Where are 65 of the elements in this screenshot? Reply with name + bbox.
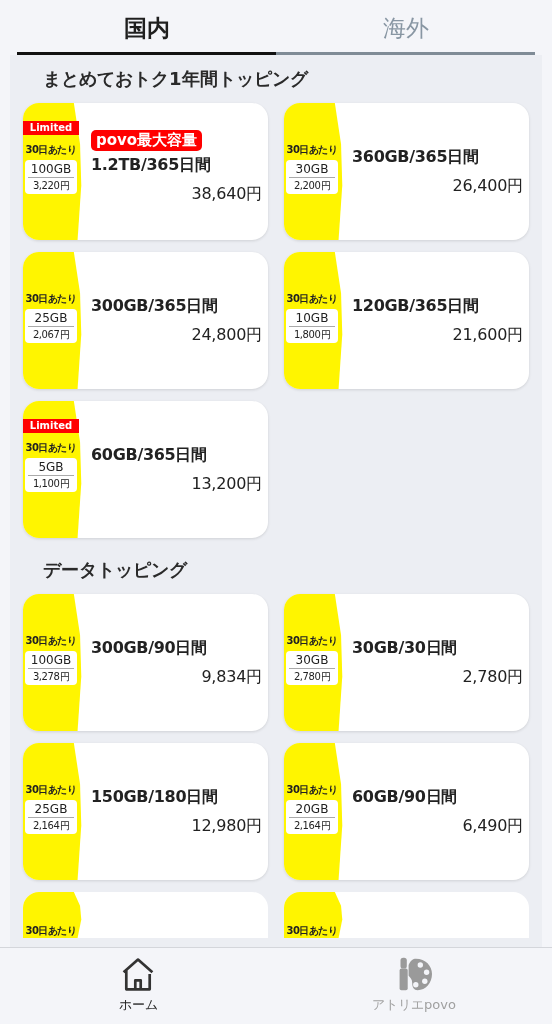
- plan-price: 38,640円: [190, 184, 262, 205]
- section-title: まとめておトク1年間トッピング: [42, 67, 310, 91]
- monthly-price: 3,220円: [31, 179, 71, 193]
- per-period-label: 30日あたり: [286, 634, 338, 648]
- monthly-price: 1,100円: [31, 477, 71, 491]
- plan-price: 13,200円: [190, 473, 262, 495]
- per-period-label: 30日あたり: [25, 634, 77, 648]
- max-capacity-badge: povo最大容量: [91, 130, 203, 151]
- per-period-label: 30日あたり: [286, 783, 338, 797]
- plan-card[interactable]: 30日あたり: [284, 892, 529, 938]
- plan-price: 6,490円: [461, 815, 523, 837]
- per-period-label: 30日あたり: [286, 292, 338, 306]
- monthly-price: 2,164円: [292, 819, 332, 833]
- per-period-label: 30日あたり: [25, 143, 77, 157]
- plan-card[interactable]: 30日あたり 30GB 2,200円 360GB/365日間 26,400円: [284, 103, 529, 240]
- monthly-price: 2,067円: [31, 328, 71, 342]
- monthly-data: 100GB: [28, 161, 74, 178]
- monthly-price: 1,800円: [292, 328, 332, 342]
- plan-card[interactable]: 30日あたり 25GB 2,164円 150GB/180日間 12,980円: [23, 743, 268, 880]
- plan-title: 360GB/365日間: [352, 146, 480, 168]
- limited-label: Limited: [23, 419, 79, 433]
- plan-card[interactable]: 30日あたり: [23, 892, 268, 938]
- plan-title: 60GB/365日間: [91, 444, 208, 466]
- plan-title: 300GB/365日間: [91, 295, 219, 317]
- monthly-data: 10GB: [289, 310, 335, 327]
- nav-item[interactable]: ホーム: [0, 948, 276, 1024]
- plan-card[interactable]: Limited 30日あたり 5GB 1,100円 60GB/365日間 13,200円: [23, 401, 268, 538]
- plan-price: 9,834円: [200, 666, 262, 688]
- monthly-price: 2,780円: [292, 670, 332, 684]
- monthly-price: 2,164円: [31, 819, 71, 833]
- per-period-label: 30日あたり: [286, 143, 338, 157]
- per-period-label: 30日あたり: [25, 783, 77, 797]
- monthly-data: 30GB: [289, 161, 335, 178]
- plan-price: 2,780円: [461, 666, 523, 688]
- plan-card[interactable]: Limited 30日あたり 100GB 3,220円 povo最大容量 1.2TB/365日間 38,640円: [23, 103, 268, 240]
- plan-price: 21,600円: [451, 324, 523, 346]
- plan-title: 1.2TB/365日間: [91, 155, 212, 176]
- plan-card[interactable]: 30日あたり 10GB 1,800円 120GB/365日間 21,600円: [284, 252, 529, 389]
- section-title: データトッピング: [42, 558, 189, 582]
- per-period-label: 30日あたり: [25, 441, 77, 455]
- per-period-label: 30日あたり: [25, 292, 77, 306]
- plan-card[interactable]: 30日あたり 30GB 2,780円 30GB/30日間 2,780円: [284, 594, 529, 731]
- monthly-data: 5GB: [28, 459, 74, 476]
- monthly-data: 25GB: [28, 310, 74, 327]
- plan-title: 150GB/180日間: [91, 786, 219, 808]
- plan-title: 30GB/30日間: [352, 637, 458, 659]
- plan-price: 26,400円: [451, 175, 523, 197]
- monthly-data: 100GB: [28, 652, 74, 669]
- plan-title: 300GB/90日間: [91, 637, 208, 659]
- home-icon: [120, 956, 156, 992]
- plan-card[interactable]: 30日あたり 100GB 3,278円 300GB/90日間 9,834円: [23, 594, 268, 731]
- plan-title: 120GB/365日間: [352, 295, 480, 317]
- per-period-label: 30日あたり: [25, 924, 77, 938]
- per-period-label: 30日あたり: [286, 924, 338, 938]
- plan-card[interactable]: 30日あたり 25GB 2,067円 300GB/365日間 24,800円: [23, 252, 268, 389]
- monthly-price: 2,200円: [292, 179, 332, 193]
- plan-card[interactable]: 30日あたり 20GB 2,164円 60GB/90日間 6,490円: [284, 743, 529, 880]
- limited-label: Limited: [23, 121, 79, 135]
- monthly-data: 25GB: [28, 801, 74, 818]
- monthly-price: 3,278円: [31, 670, 71, 684]
- monthly-data: 20GB: [289, 801, 335, 818]
- plan-price: 24,800円: [190, 324, 262, 346]
- plan-price: 12,980円: [190, 815, 262, 837]
- plan-title: 60GB/90日間: [352, 786, 458, 808]
- monthly-data: 30GB: [289, 652, 335, 669]
